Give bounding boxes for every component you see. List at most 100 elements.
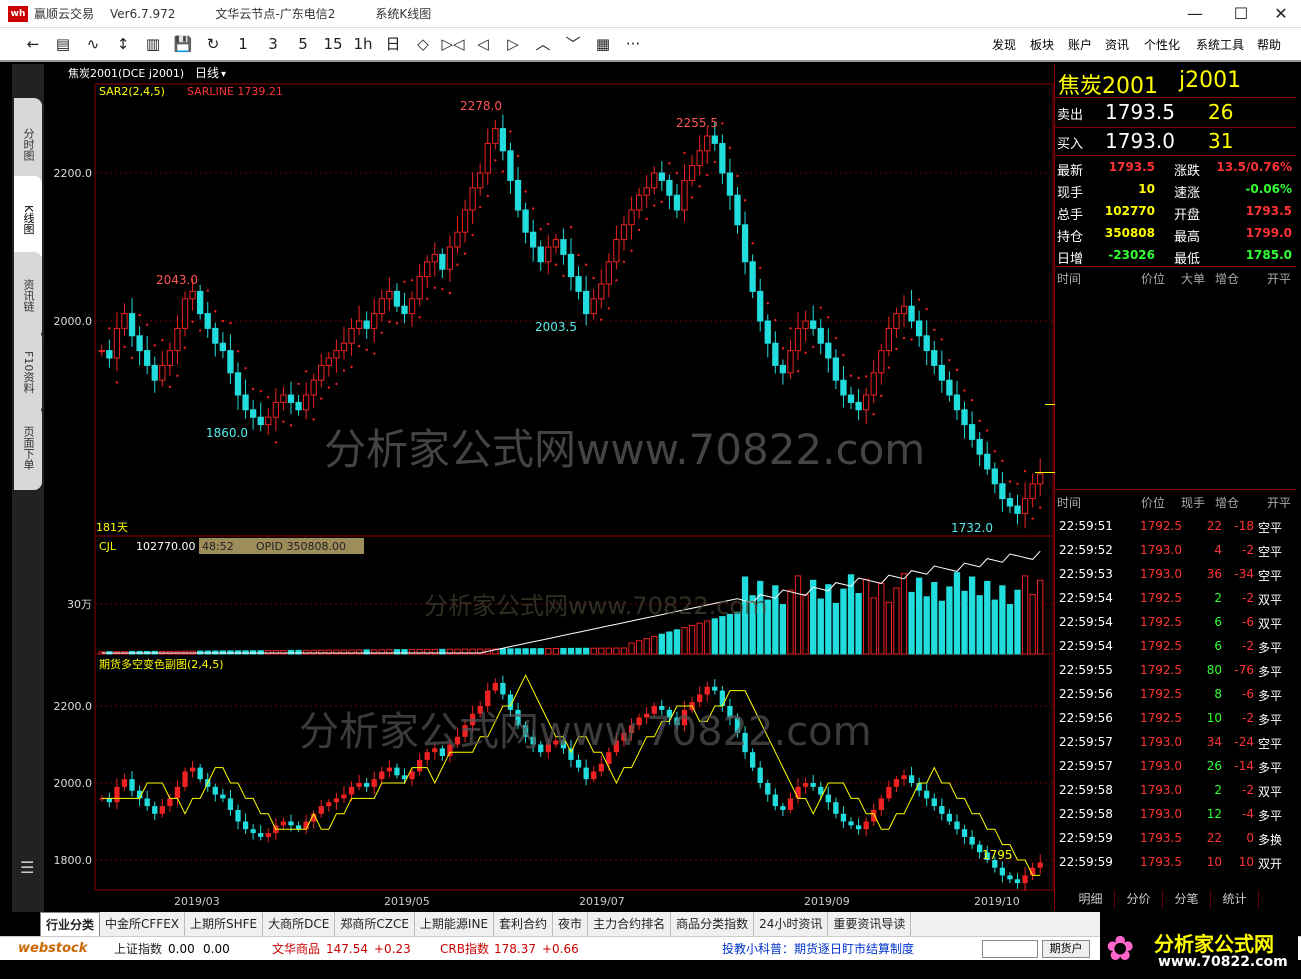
toolbar-icon-17[interactable]: ︿ [528, 31, 558, 57]
quote-stat-row: 现手 10 速涨 -0.06% [1055, 179, 1296, 201]
main-indicator[interactable]: SAR2(2,4,5) [99, 85, 165, 98]
crb-index-label[interactable]: CRB指数 [440, 937, 489, 961]
annotation-high: 2278.0 [460, 99, 502, 113]
exchange-tab-1[interactable]: 中金所CFFEX [100, 912, 186, 936]
volume-bar [688, 624, 696, 655]
tab-order-page[interactable]: 页面下单 [14, 406, 42, 490]
toolbar-icon-19[interactable]: ▦ [588, 31, 618, 57]
tick-row[interactable]: 22:59:55 1792.5 80 -76 多平 [1055, 660, 1296, 682]
toolbar-icon-0[interactable]: ← [18, 31, 48, 57]
exchange-tab-9[interactable]: 商品分类指数 [671, 912, 755, 936]
toolbar-icon-2[interactable]: ∿ [78, 31, 108, 57]
menu-list-icon[interactable]: ☰ [20, 858, 34, 877]
menu-3[interactable]: 资讯 [1105, 28, 1129, 62]
toolbar-icon-12[interactable]: 日 [378, 31, 408, 57]
tick-row[interactable]: 22:59:52 1793.0 4 -2 空平 [1055, 540, 1296, 562]
exchange-tab-3[interactable]: 大商所DCE [263, 912, 336, 936]
toolbar-icon-6[interactable]: ↻ [198, 31, 228, 57]
tick-row[interactable]: 22:59:54 1792.5 6 -2 多平 [1055, 636, 1296, 658]
toolbar-icon-3[interactable]: ↕ [108, 31, 138, 57]
crb-index-value: 178.37 [494, 942, 536, 956]
toolbar-icon-4[interactable]: ▥ [138, 31, 168, 57]
toolbar-icon-20[interactable]: ··· [618, 31, 648, 57]
toolbar-icon-5[interactable]: 💾 [168, 31, 198, 57]
menu-6[interactable]: 帮助 [1257, 28, 1281, 62]
search-input[interactable] [982, 940, 1038, 958]
sar-dot [426, 297, 429, 300]
exchange-tab-7[interactable]: 夜市 [553, 912, 589, 936]
sar-dot [138, 313, 141, 317]
tick-cell: 1793.0 [1140, 567, 1182, 581]
tick-row[interactable]: 22:59:57 1793.0 26 -14 多平 [1055, 756, 1296, 778]
minimize-button[interactable]: — [1172, 0, 1218, 28]
ask-row[interactable]: 卖出 1793.5 26 [1055, 100, 1296, 126]
volume-bar [953, 572, 961, 655]
tick-row[interactable]: 22:59:54 1792.5 2 -2 双平 [1055, 588, 1296, 610]
annotation-low2: 2003.5 [535, 320, 577, 334]
tab-news-chain[interactable]: 资讯链 [14, 252, 42, 338]
exchange-tab-2[interactable]: 上期所SHFE [185, 912, 264, 936]
wh-index-label[interactable]: 文华商品 [272, 937, 320, 961]
menu-5[interactable]: 系统工具 [1196, 28, 1244, 62]
detail-tab-1[interactable]: 分价 [1115, 890, 1163, 908]
detail-tab-3[interactable]: 统计 [1211, 890, 1259, 908]
toolbar-icon-16[interactable]: ▷ [498, 31, 528, 57]
candle-body [893, 313, 900, 329]
tick-row[interactable]: 22:59:53 1793.0 36 -34 空平 [1055, 564, 1296, 586]
toolbar-icon-7[interactable]: 1 [228, 31, 258, 57]
toolbar-icon-8[interactable]: 3 [258, 31, 288, 57]
tick-row[interactable]: 22:59:59 1793.5 10 10 双开 [1055, 852, 1296, 874]
candle-body [582, 290, 590, 315]
bid-row[interactable]: 买入 1793.0 31 [1055, 129, 1296, 155]
sub-indicator[interactable]: 期货多空变色副图(2,4,5) [99, 657, 224, 671]
exchange-tab-8[interactable]: 主力合约排名 [588, 912, 672, 936]
menu-4[interactable]: 个性化 [1144, 28, 1180, 62]
menu-0[interactable]: 发现 [992, 28, 1016, 62]
tick-cell: 双平 [1257, 785, 1282, 799]
toolbar-icon-13[interactable]: ◇ [408, 31, 438, 57]
kline-chart-area[interactable]: 焦炭2001(DCE j2001) 日线 ▾ SAR2(2,4,5) SARLI… [44, 64, 1054, 910]
sar-dot [1031, 517, 1034, 520]
tick-row[interactable]: 22:59:56 1792.5 8 -6 多平 [1055, 684, 1296, 706]
chevron-down-icon[interactable]: ▾ [221, 69, 226, 80]
tick-row[interactable]: 22:59:58 1793.0 2 -2 双平 [1055, 780, 1296, 802]
toolbar-icon-11[interactable]: 1h [348, 31, 378, 57]
toolbar-icon-15[interactable]: ◁ [468, 31, 498, 57]
kline-chart-svg[interactable]: 焦炭2001(DCE j2001) 日线 ▾ SAR2(2,4,5) SARLI… [44, 64, 1054, 910]
toolbar-icon-18[interactable]: ﹀ [558, 31, 588, 57]
tick-cell: -6 [1242, 615, 1254, 629]
candle-body [704, 135, 711, 152]
exchange-tab-5[interactable]: 上期能源INE [415, 912, 495, 936]
period-select[interactable]: 日线 [195, 66, 219, 80]
toolbar-icon-1[interactable]: ▤ [48, 31, 78, 57]
tick-row[interactable]: 22:59:56 1792.5 10 -2 多平 [1055, 708, 1296, 730]
exchange-tab-10[interactable]: 24小时资讯 [754, 912, 829, 936]
sar-dot [743, 199, 747, 202]
sh-index-label[interactable]: 上证指数 [114, 937, 162, 961]
exchange-tab-11[interactable]: 重要资讯导读 [828, 912, 912, 936]
exchange-tab-6[interactable]: 套利合约 [494, 912, 554, 936]
open-account-button[interactable]: 期货户 [1042, 940, 1090, 958]
tick-row[interactable]: 22:59:54 1792.5 6 -6 双平 [1055, 612, 1296, 634]
tick-row[interactable]: 22:59:59 1793.5 22 0 多换 [1055, 828, 1296, 850]
tick-row[interactable]: 22:59:51 1792.5 22 -18 空平 [1055, 516, 1296, 538]
tab-f10[interactable]: F10资料 [14, 330, 42, 414]
menu-1[interactable]: 板块 [1030, 28, 1054, 62]
detail-tab-0[interactable]: 明细 [1067, 890, 1115, 908]
tick-row[interactable]: 22:59:58 1793.0 12 -4 多平 [1055, 804, 1296, 826]
toolbar-icon-14[interactable]: ▷◁ [438, 31, 468, 57]
detail-tab-2[interactable]: 分笔 [1163, 890, 1211, 908]
tab-kline[interactable]: K线图 [14, 176, 42, 264]
vol-indicator[interactable]: CJL [99, 540, 117, 553]
exchange-tab-0[interactable]: 行业分类 [40, 912, 101, 936]
toolbar-icon-10[interactable]: 15 [318, 31, 348, 57]
toolbar-icon-9[interactable]: 5 [288, 31, 318, 57]
close-button[interactable]: ✕ [1258, 0, 1301, 28]
tick-row[interactable]: 22:59:57 1793.0 34 -24 空平 [1055, 732, 1296, 754]
sub-candle-body [893, 779, 900, 787]
sar-dot [486, 194, 489, 198]
volume-bar [870, 597, 877, 655]
edu-tip[interactable]: 投教小科普：期货逐日盯市结算制度 [722, 937, 914, 961]
menu-2[interactable]: 账户 [1068, 28, 1092, 62]
exchange-tab-4[interactable]: 郑商所CZCE [335, 912, 415, 936]
